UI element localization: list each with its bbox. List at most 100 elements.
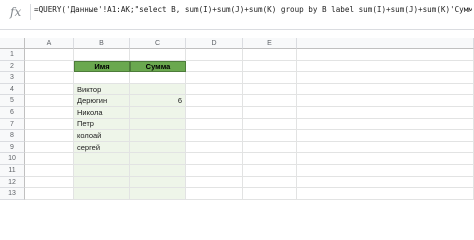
cell-d9[interactable]	[186, 141, 243, 154]
sum-cell[interactable]	[130, 118, 186, 131]
cell-a8[interactable]	[25, 130, 74, 142]
cell-extra5[interactable]	[297, 95, 474, 107]
cell-c3[interactable]	[130, 72, 186, 84]
cell-d12[interactable]	[186, 176, 243, 189]
cell-e8[interactable]	[243, 130, 297, 142]
cell-d13[interactable]	[186, 188, 243, 200]
cell-e7[interactable]	[243, 118, 297, 131]
cell-c12[interactable]	[130, 176, 186, 189]
row-header-13[interactable]: 13	[0, 188, 25, 200]
cell-c11[interactable]	[130, 165, 186, 177]
cell-e4[interactable]	[243, 83, 297, 96]
cell-extra2[interactable]	[297, 60, 474, 73]
cell-b3[interactable]	[74, 72, 130, 84]
table-header-sum[interactable]: Сумма	[130, 60, 186, 73]
cell-e13[interactable]	[243, 188, 297, 200]
cell-extra12[interactable]	[297, 176, 474, 189]
cell-c13[interactable]	[130, 188, 186, 200]
cell-extra1[interactable]	[297, 49, 474, 61]
row-header-1[interactable]: 1	[0, 49, 25, 61]
table-header-name[interactable]: Имя	[74, 60, 130, 73]
cell-d2[interactable]	[186, 60, 243, 73]
sum-cell[interactable]	[130, 141, 186, 154]
row-header-9[interactable]: 9	[0, 141, 25, 154]
cell-e10[interactable]	[243, 153, 297, 165]
name-cell[interactable]: Никола	[74, 107, 130, 119]
cell-a13[interactable]	[25, 188, 74, 200]
cell-b12[interactable]	[74, 176, 130, 189]
cell-d4[interactable]	[186, 83, 243, 96]
row-header-3[interactable]: 3	[0, 72, 25, 84]
cell-b13[interactable]	[74, 188, 130, 200]
cell-b10[interactable]	[74, 153, 130, 165]
column-header-c[interactable]: C	[130, 38, 186, 49]
cell-c10[interactable]	[130, 153, 186, 165]
cell-d8[interactable]	[186, 130, 243, 142]
cell-d10[interactable]	[186, 153, 243, 165]
row-header-5[interactable]: 5	[0, 95, 25, 107]
cell-d5[interactable]	[186, 95, 243, 107]
row-header-6[interactable]: 6	[0, 107, 25, 119]
column-header-a[interactable]: A	[25, 38, 74, 49]
cell-extra9[interactable]	[297, 141, 474, 154]
cell-d3[interactable]	[186, 72, 243, 84]
cell-a5[interactable]	[25, 95, 74, 107]
function-icon: fx	[10, 5, 22, 19]
cell-d6[interactable]	[186, 107, 243, 119]
cell-extra4[interactable]	[297, 83, 474, 96]
cell-a1[interactable]	[25, 49, 74, 61]
cell-extra6[interactable]	[297, 107, 474, 119]
cell-a2[interactable]	[25, 60, 74, 73]
cell-a3[interactable]	[25, 72, 74, 84]
row-header-2[interactable]: 2	[0, 60, 25, 73]
cell-d7[interactable]	[186, 118, 243, 131]
sum-cell[interactable]	[130, 107, 186, 119]
cell-e11[interactable]	[243, 165, 297, 177]
formula-bar[interactable]: fx =QUERY('Данные'!A1:AK;"select B, sum(…	[0, 0, 474, 30]
cell-a12[interactable]	[25, 176, 74, 189]
cell-extra8[interactable]	[297, 130, 474, 142]
column-header-e[interactable]: E	[243, 38, 297, 49]
cell-a9[interactable]	[25, 141, 74, 154]
name-cell[interactable]: сергей	[74, 141, 130, 154]
row-header-7[interactable]: 7	[0, 118, 25, 131]
row-header-10[interactable]: 10	[0, 153, 25, 165]
cell-b11[interactable]	[74, 165, 130, 177]
cell-d11[interactable]	[186, 165, 243, 177]
cell-extra11[interactable]	[297, 165, 474, 177]
cell-extra3[interactable]	[297, 72, 474, 84]
cell-a10[interactable]	[25, 153, 74, 165]
cell-extra13[interactable]	[297, 188, 474, 200]
cell-e2[interactable]	[243, 60, 297, 73]
cell-a4[interactable]	[25, 83, 74, 96]
sum-cell[interactable]: 6	[130, 95, 186, 107]
cell-e6[interactable]	[243, 107, 297, 119]
sum-cell[interactable]	[130, 130, 186, 142]
cell-e3[interactable]	[243, 72, 297, 84]
column-header-b[interactable]: B	[74, 38, 130, 49]
row-header-12[interactable]: 12	[0, 176, 25, 189]
cell-a11[interactable]	[25, 165, 74, 177]
cell-extra10[interactable]	[297, 153, 474, 165]
select-all-corner[interactable]	[0, 38, 25, 49]
name-cell[interactable]: колоай	[74, 130, 130, 142]
cell-e12[interactable]	[243, 176, 297, 189]
column-header-d[interactable]: D	[186, 38, 243, 49]
name-cell[interactable]: Дерюгин	[74, 95, 130, 107]
name-cell[interactable]: Петр	[74, 118, 130, 131]
sum-cell[interactable]	[130, 83, 186, 96]
cell-b1[interactable]	[74, 49, 130, 61]
cell-d1[interactable]	[186, 49, 243, 61]
row-header-8[interactable]: 8	[0, 130, 25, 142]
row-header-4[interactable]: 4	[0, 83, 25, 96]
cell-a7[interactable]	[25, 118, 74, 131]
cell-e9[interactable]	[243, 141, 297, 154]
cell-a6[interactable]	[25, 107, 74, 119]
cell-extra7[interactable]	[297, 118, 474, 131]
cell-e5[interactable]	[243, 95, 297, 107]
row-header-11[interactable]: 11	[0, 165, 25, 177]
name-cell[interactable]: Виктор	[74, 83, 130, 96]
cell-c1[interactable]	[130, 49, 186, 61]
cell-e1[interactable]	[243, 49, 297, 61]
formula-input[interactable]: =QUERY('Данные'!A1:AK;"select B, sum(I)+…	[34, 4, 472, 18]
